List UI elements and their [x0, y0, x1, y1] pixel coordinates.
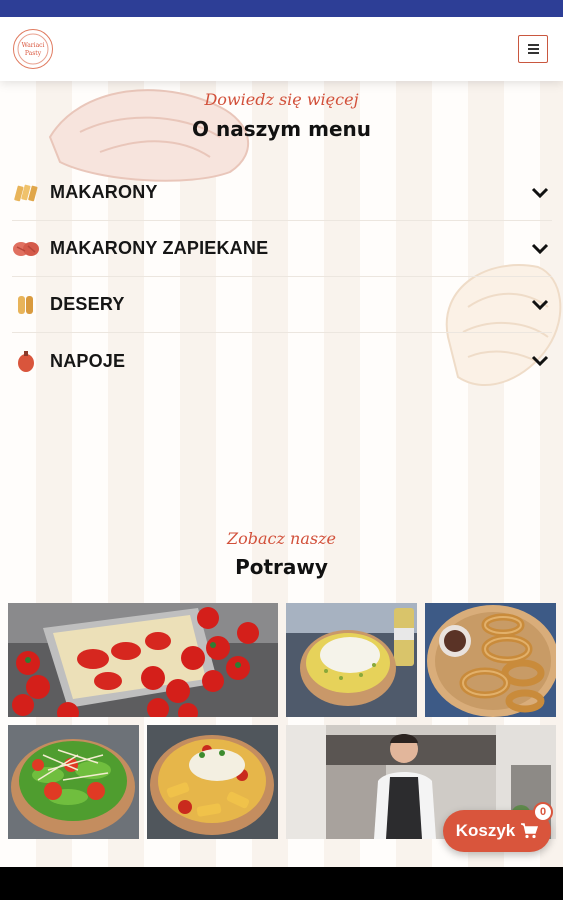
page: Wariaci Pasty Dowiedz się więcej O naszy…: [0, 17, 563, 867]
logo-icon: Wariaci Pasty: [17, 33, 49, 65]
accordion-item-napoje[interactable]: NAPOJE: [12, 333, 552, 389]
hamburger-menu-button[interactable]: [518, 35, 548, 63]
cart-icon: [521, 823, 539, 839]
chevron-down-icon[interactable]: [528, 237, 552, 261]
accordion-label: MAKARONY ZAPIEKANE: [50, 238, 269, 258]
pasta-icon: [12, 179, 40, 207]
accordion-label: DESERY: [50, 294, 125, 314]
system-navigation-bar: [0, 867, 563, 900]
cart-count-badge: 0: [533, 802, 553, 822]
header: Wariaci Pasty: [0, 17, 563, 81]
accordion-item-desery[interactable]: DESERY: [12, 277, 552, 333]
status-bar: [0, 0, 563, 17]
salad-bowl-photo[interactable]: [8, 725, 139, 839]
baked-pasta-icon: [12, 235, 40, 263]
svg-text:Pasty: Pasty: [25, 50, 42, 57]
accordion-item-makarony-zapiekane[interactable]: MAKARONY ZAPIEKANE: [12, 221, 552, 277]
chevron-down-icon[interactable]: [528, 349, 552, 373]
menu-section-title: O naszym menu: [192, 117, 371, 141]
chevron-down-icon[interactable]: [528, 181, 552, 205]
accordion-label: MAKARONY: [50, 182, 158, 202]
accordion-item-makarony[interactable]: MAKARONY: [12, 165, 552, 221]
churros-with-dip-photo[interactable]: [425, 603, 556, 717]
pasta-bowl-with-cheese-photo[interactable]: [286, 603, 417, 717]
logo[interactable]: Wariaci Pasty: [13, 29, 53, 69]
cart-label: Koszyk: [455, 821, 516, 840]
svg-text:Wariaci: Wariaci: [22, 42, 45, 49]
lasagna-with-tomatoes-photo[interactable]: [8, 603, 278, 717]
gallery-section-subtitle: Zobacz nasze: [227, 529, 336, 548]
dessert-icon: [12, 291, 40, 319]
menu-section-subtitle: Dowiedz się więcej: [204, 90, 359, 109]
cart-button[interactable]: Koszyk 0: [443, 802, 553, 852]
accordion-label: NAPOJE: [50, 350, 126, 371]
chevron-down-icon[interactable]: [528, 293, 552, 317]
drink-icon: [12, 347, 40, 375]
penne-bowl-photo[interactable]: [147, 725, 278, 839]
hamburger-icon: [527, 44, 539, 46]
gallery-section-title: Potrawy: [235, 555, 328, 579]
